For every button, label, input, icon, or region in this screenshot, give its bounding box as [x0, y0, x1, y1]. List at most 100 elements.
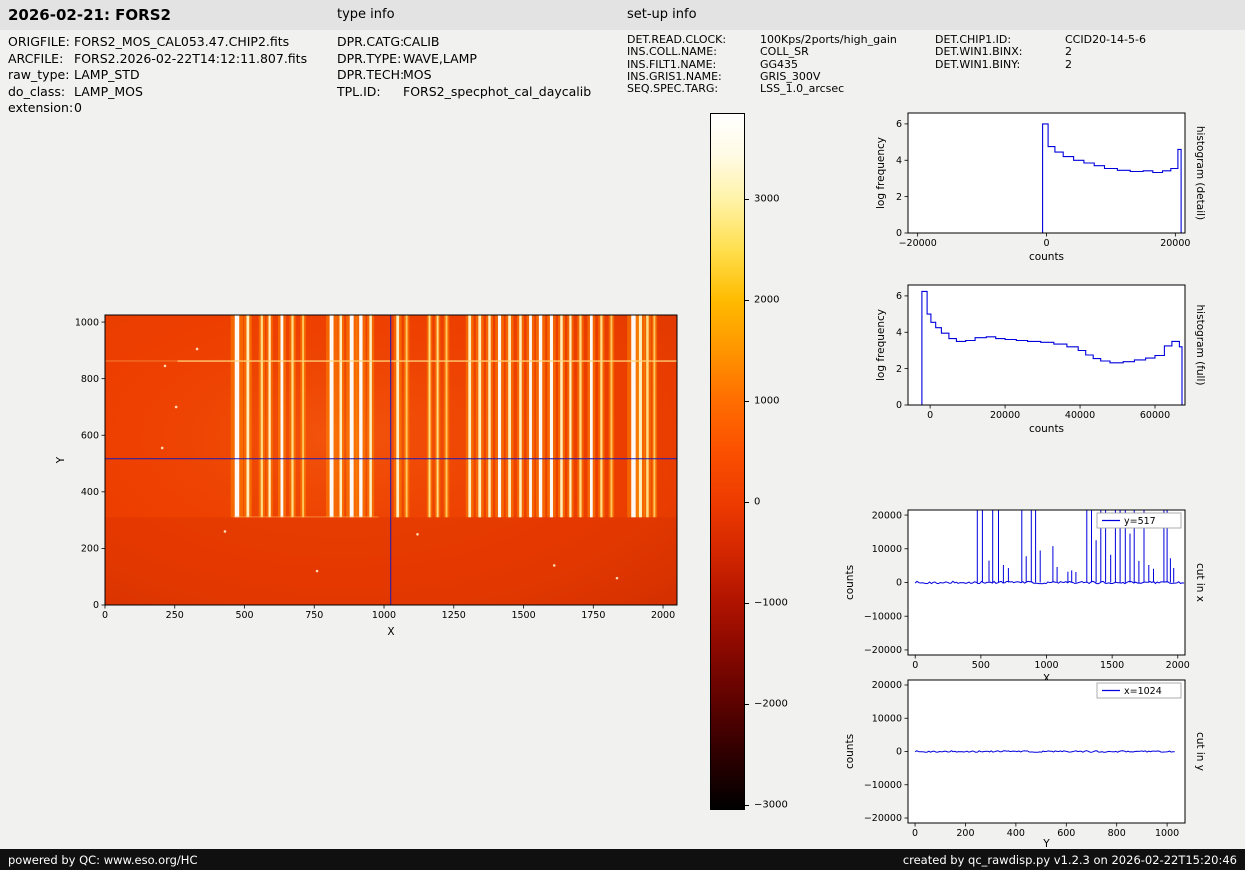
svg-text:250: 250 [166, 610, 184, 621]
origfile-value: FORS2_MOS_CAL053.47.CHIP2.fits [74, 34, 290, 49]
svg-text:counts: counts [845, 734, 856, 769]
colorbar-gradient [710, 113, 745, 810]
setup-row-spectarg: SEQ.SPEC.TARG: LSS_1.0_arcsec [627, 82, 897, 96]
dpr-catg-label: DPR.CATG: [337, 34, 405, 49]
biny-label: DET.WIN1.BINY: [935, 57, 1021, 71]
svg-text:0: 0 [102, 610, 108, 621]
filt-value: GG435 [760, 57, 799, 71]
svg-text:1250: 1250 [442, 610, 466, 621]
svg-text:0: 0 [912, 828, 918, 839]
svg-text:0: 0 [927, 410, 933, 421]
rawtype-label: raw_type: [8, 67, 70, 82]
dpr-type-label: DPR.TYPE: [337, 50, 402, 66]
raw-image-plot: 0 250 500 750 1000 1250 1500 1750 2000 0 200 400 600… [40, 288, 705, 666]
file-info-row-arcfile: ARCFILE: FORS2.2026-02-22T14:12:11.807.fi… [8, 51, 307, 68]
rawtype-value: LAMP_STD [74, 67, 140, 82]
svg-text:20000: 20000 [990, 410, 1020, 421]
setup-info-left-block: DET.READ.CLOCK: 100Kps/2ports/high_gain I… [627, 33, 897, 96]
svg-text:800: 800 [81, 374, 99, 385]
svg-text:6: 6 [896, 119, 902, 130]
footer-bar: powered by QC: www.eso.org/HC created by… [0, 849, 1245, 870]
readclock-value: 100Kps/2ports/high_gain [760, 33, 897, 46]
raw_image-svg: 0 250 500 750 1000 1250 1500 1750 2000 0 200 400 600… [55, 314, 678, 638]
file-info-row-rawtype: raw_type: LAMP_STD [8, 67, 307, 84]
type-info-row-catg: DPR.CATG:CALIB [337, 34, 591, 51]
svg-text:cut in y: cut in y [1194, 732, 1206, 771]
arcfile-label: ARCFILE: [8, 50, 64, 66]
footer-right-text: created by qc_rawdisp.py v1.2.3 on 2026-… [902, 852, 1237, 867]
svg-text:2000: 2000 [651, 610, 675, 621]
file-info-block: ORIGFILE: FORS2_MOS_CAL053.47.CHIP2.fits … [8, 34, 307, 117]
histogram-full-plot: 0 20000 40000 60000 0 2 4 6 counts log frequency h… [845, 277, 1217, 449]
colorbar: 3000 2000 1000 0 −1000 −2000 −3000 [710, 113, 810, 810]
doclass-value: LAMP_MOS [74, 83, 143, 99]
spectarg-value: LSS_1.0_arcsec [760, 82, 845, 96]
spectarg-label: SEQ.SPEC.TARG: [627, 82, 719, 96]
dpr-type-value: WAVE,LAMP [403, 50, 477, 66]
doclass-label: do_class: [8, 83, 66, 99]
colorbar-tick [745, 703, 749, 705]
biny-value: 2 [1065, 57, 1072, 71]
colorbar-tick [745, 804, 749, 806]
svg-text:0: 0 [896, 228, 902, 239]
svg-text:counts: counts [1029, 423, 1064, 435]
svg-text:−10000: −10000 [864, 611, 902, 622]
svg-text:800: 800 [1108, 828, 1126, 839]
svg-text:Y: Y [55, 456, 67, 464]
colorbar-tick-label: 2000 [754, 294, 780, 306]
chipid-value: CCID20-14-5-6 [1065, 33, 1146, 46]
svg-text:0: 0 [93, 600, 99, 611]
svg-text:500: 500 [235, 610, 253, 621]
svg-text:20000: 20000 [1160, 238, 1190, 249]
svg-text:200: 200 [81, 544, 99, 555]
tpl-id-label: TPL.ID: [337, 83, 381, 99]
svg-text:60000: 60000 [1140, 410, 1170, 421]
setup-row-biny: DET.WIN1.BINY: 2 [935, 57, 1146, 71]
qc-report-page: 2026-02-21: FORS2 type info set-up info … [0, 0, 1245, 870]
svg-text:counts: counts [1029, 251, 1064, 263]
svg-text:40000: 40000 [1065, 410, 1095, 421]
cut_x-svg: 0 500 1000 1500 2000−20000−1000001000020000X… [844, 509, 1206, 685]
svg-text:log frequency: log frequency [875, 309, 887, 381]
type-info-row-type: DPR.TYPE: WAVE,LAMP [337, 51, 591, 68]
svg-text:1750: 1750 [581, 610, 605, 621]
colorbar-tick-label: 1000 [754, 395, 780, 407]
type-info-heading: type info [337, 7, 395, 22]
svg-text:0: 0 [1043, 238, 1049, 249]
dpr-tech-value: MOS [403, 67, 432, 82]
binx-value: 2 [1065, 45, 1072, 59]
svg-text:600: 600 [81, 430, 99, 441]
footer-left-text: powered by QC: www.eso.org/HC [8, 852, 198, 867]
svg-text:1500: 1500 [511, 610, 535, 621]
origfile-label: ORIGFILE: [8, 34, 70, 49]
svg-text:750: 750 [305, 610, 323, 621]
file-info-row-origfile: ORIGFILE: FORS2_MOS_CAL053.47.CHIP2.fits [8, 34, 307, 51]
svg-text:4: 4 [896, 155, 902, 166]
svg-text:−20000: −20000 [864, 813, 902, 824]
colorbar-tick-label: 3000 [754, 193, 780, 205]
svg-text:X: X [387, 626, 394, 638]
gris-value: GRIS_300V [760, 69, 821, 83]
coll-value: COLL_SR [760, 45, 809, 59]
cut_y-svg: 0 200 400 600 800 1000 −20000 −10000 0 10000 20000… [844, 679, 1206, 850]
binx-label: DET.WIN1.BINX: [935, 45, 1023, 59]
setup-row-binx: DET.WIN1.BINX: 2 [935, 45, 1146, 59]
colorbar-tick [745, 299, 749, 301]
hist_full-svg: 0 20000 40000 60000 0 2 4 6 counts log frequency h… [875, 284, 1206, 435]
svg-text:−20000: −20000 [864, 645, 902, 656]
svg-text:log frequency: log frequency [875, 137, 887, 209]
svg-text:10000: 10000 [872, 544, 902, 555]
type-info-row-tplid: TPL.ID: FORS2_specphot_cal_daycalib [337, 84, 591, 101]
dpr-tech-label: DPR.TECH: [337, 67, 405, 82]
svg-text:1000: 1000 [372, 610, 396, 621]
svg-text:400: 400 [81, 487, 99, 498]
svg-text:200: 200 [956, 828, 974, 839]
coll-label: INS.COLL.NAME: [627, 45, 717, 59]
page-title: 2026-02-21: FORS2 [8, 6, 171, 24]
colorbar-tick-label: −3000 [754, 799, 788, 811]
svg-text:y=517: y=517 [1124, 516, 1156, 527]
setup-info-right-block: DET.CHIP1.ID: CCID20-14-5-6 DET.WIN1.BINX… [935, 33, 1146, 71]
header-bar: 2026-02-21: FORS2 type info set-up info [0, 0, 1245, 30]
colorbar-tick [745, 501, 749, 503]
hist_detail-svg: −20000 0 200000246countslog frequency histo… [875, 112, 1206, 263]
